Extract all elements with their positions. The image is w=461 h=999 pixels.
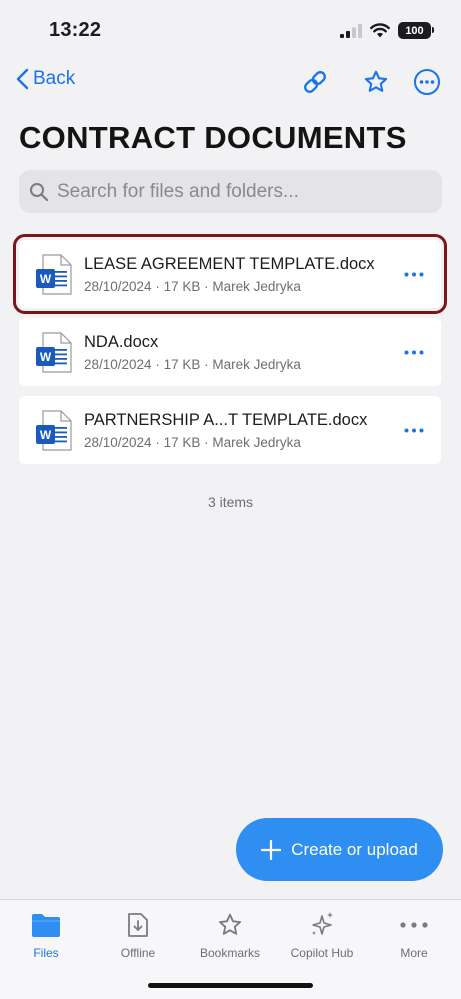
file-row-lease-agreement[interactable]: W LEASE AGREEMENT TEMPLATE.docx 28/10/20… [13, 234, 447, 314]
more-circle-icon [414, 69, 440, 95]
link-icon [304, 71, 326, 93]
file-texts: PARTNERSHIP A...T TEMPLATE.docx 28/10/20… [84, 411, 381, 450]
file-texts: LEASE AGREEMENT TEMPLATE.docx 28/10/2024… [84, 255, 381, 294]
file-meta: 28/10/2024 · 17 KB · Marek Jedryka [84, 435, 301, 450]
home-indicator [148, 983, 313, 988]
search-bar[interactable] [19, 170, 442, 213]
offline-icon [122, 910, 154, 940]
tab-label: Files [33, 946, 59, 960]
more-options-button[interactable] [411, 66, 443, 98]
file-row-partnership[interactable]: W PARTNERSHIP A...T TEMPLATE.docx 28/10/… [19, 396, 441, 464]
star-icon [214, 910, 246, 940]
fab-label: Create or upload [291, 839, 418, 859]
file-list: W LEASE AGREEMENT TEMPLATE.docx 28/10/20… [13, 234, 447, 474]
file-name: PARTNERSHIP A...T TEMPLATE.docx [84, 411, 368, 429]
file-more-button[interactable] [401, 262, 427, 286]
file-meta: 28/10/2024 · 17 KB · Marek Jedryka [84, 279, 301, 294]
signal-icon [340, 23, 362, 38]
item-count: 3 items [207, 494, 254, 510]
chevron-left-icon [16, 68, 29, 90]
file-texts: NDA.docx 28/10/2024 · 17 KB · Marek Jedr… [84, 333, 381, 372]
wifi-icon [370, 23, 390, 38]
tab-label: Offline [120, 946, 156, 960]
tab-offline[interactable]: Offline [92, 910, 184, 960]
more-icon [398, 910, 430, 940]
ellipsis-icon [404, 350, 424, 354]
ellipsis-icon [404, 272, 424, 276]
search-input[interactable] [57, 180, 442, 203]
nav-bar: Back [0, 60, 461, 106]
tab-copilot-hub[interactable]: Copilot Hub [276, 910, 368, 960]
status-bar: 13:22 100 [0, 0, 461, 60]
create-or-upload-button[interactable]: Create or upload [236, 818, 443, 881]
screen: 13:22 100 Back CONTRACT DOCUMENTS Search… [0, 0, 461, 999]
tab-label: More [400, 946, 428, 960]
tab-label: Bookmarks [199, 946, 261, 960]
folder-icon [30, 910, 62, 940]
status-time: 13:22 [49, 19, 102, 41]
status-icons: 100 [340, 22, 434, 39]
file-name: LEASE AGREEMENT TEMPLATE.docx [84, 255, 375, 273]
file-row-nda[interactable]: W NDA.docx 28/10/2024 · 17 KB · Marek Je… [19, 318, 441, 386]
tab-label: Copilot Hub [290, 946, 354, 960]
battery-level: 100 [405, 24, 424, 37]
plus-icon [261, 839, 282, 860]
tab-more[interactable]: More [368, 910, 460, 960]
sparkle-icon [306, 910, 338, 940]
back-button[interactable]: Back [16, 68, 75, 90]
tab-files[interactable]: Files [0, 910, 92, 960]
svg-text:W: W [40, 350, 52, 364]
file-more-button[interactable] [401, 340, 427, 364]
svg-text:W: W [40, 272, 52, 286]
page-title: CONTRACT DOCUMENTS [19, 120, 407, 155]
word-document-icon: W [36, 254, 72, 295]
word-document-icon: W [36, 332, 72, 373]
file-meta: 28/10/2024 · 17 KB · Marek Jedryka [84, 357, 301, 372]
ellipsis-icon [404, 428, 424, 432]
svg-text:W: W [40, 428, 52, 442]
copy-link-button[interactable] [299, 66, 331, 98]
file-more-button[interactable] [401, 418, 427, 442]
back-label: Back [33, 68, 76, 89]
search-icon [30, 182, 49, 201]
star-outline-icon [364, 70, 388, 92]
bookmark-folder-button[interactable] [360, 66, 392, 98]
battery-icon: 100 [398, 22, 434, 39]
file-name: NDA.docx [84, 333, 159, 351]
tab-bookmarks[interactable]: Bookmarks [184, 910, 276, 960]
word-document-icon: W [36, 410, 72, 451]
